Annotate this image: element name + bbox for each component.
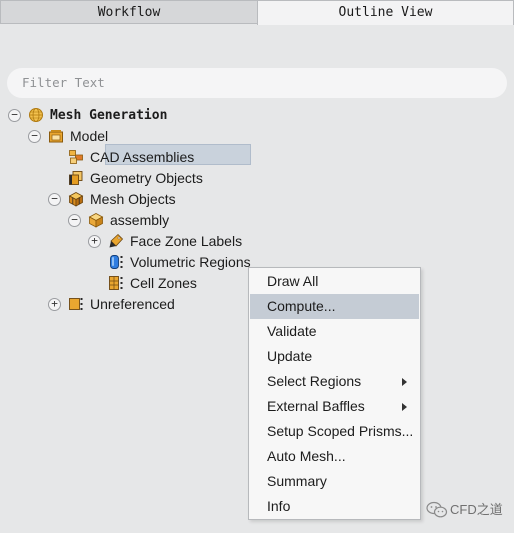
tree-item-unreferenced[interactable]: + Unreferenced (0, 294, 200, 315)
tree-item-geometry-objects[interactable]: Geometry Objects (0, 168, 220, 189)
collapse-icon[interactable]: − (48, 193, 61, 206)
watermark-text: CFD之道 (450, 502, 503, 517)
unreferenced-icon (69, 298, 83, 310)
mesh-objects-icon (68, 192, 84, 207)
menu-item-label: Select Regions (267, 373, 362, 389)
tab-outline-view[interactable]: Outline View (257, 0, 514, 25)
tree-item-assembly[interactable]: − assembly (0, 210, 200, 231)
menu-item-select-regions[interactable]: Select Regions (250, 369, 419, 394)
tab-workflow[interactable]: Workflow (0, 0, 257, 24)
tree-item-label: CAD Assemblies (90, 149, 195, 165)
globe-icon (29, 108, 43, 122)
context-menu: Draw All Compute... Validate Update Sele… (248, 267, 421, 520)
menu-item-validate[interactable]: Validate (250, 319, 419, 344)
model-box-icon (49, 130, 63, 143)
collapse-icon[interactable]: − (28, 130, 41, 143)
menu-item-draw-all[interactable]: Draw All (250, 269, 419, 294)
tree-item-label: Face Zone Labels (130, 233, 243, 249)
menu-item-external-baffles[interactable]: External Baffles (250, 394, 419, 419)
tree-item-label: Mesh Objects (90, 191, 176, 207)
menu-item-update[interactable]: Update (250, 344, 419, 369)
tree-item-cell-zones[interactable]: Cell Zones (0, 273, 220, 294)
tree-item-mesh-generation[interactable]: − Mesh Generation (0, 105, 200, 126)
menu-item-summary[interactable]: Summary (250, 469, 419, 494)
menu-item-label: External Baffles (267, 398, 365, 414)
tree-item-label: assembly (110, 212, 170, 228)
expand-icon[interactable]: + (48, 298, 61, 311)
tree-item-label: Cell Zones (130, 275, 197, 291)
submenu-arrow-icon (402, 403, 407, 411)
tree-item-face-zone-labels[interactable]: + Face Zone Labels (0, 231, 250, 252)
tab-bar: Workflow Outline View (0, 0, 514, 25)
tree-item-label: Geometry Objects (90, 170, 203, 186)
cad-assemblies-icon (69, 150, 83, 164)
tree-item-label: Volumetric Regions (130, 254, 251, 270)
filter-text-input[interactable]: Filter Text (7, 68, 507, 98)
assembly-cube-icon (88, 213, 104, 228)
tree-item-mesh-objects[interactable]: − Mesh Objects (0, 189, 200, 210)
tree-item-label: Unreferenced (90, 296, 175, 312)
menu-item-setup-scoped-prisms[interactable]: Setup Scoped Prisms... (250, 419, 419, 444)
tree-item-label: Model (70, 128, 109, 144)
menu-item-compute[interactable]: Compute... (250, 294, 419, 319)
collapse-icon[interactable]: − (8, 109, 21, 122)
submenu-arrow-icon (402, 378, 407, 386)
menu-item-auto-mesh[interactable]: Auto Mesh... (250, 444, 419, 469)
tree-item-label: Mesh Generation (50, 108, 168, 123)
face-zone-labels-icon (109, 233, 124, 248)
wechat-icon (426, 501, 448, 518)
expand-icon[interactable]: + (88, 235, 101, 248)
tree-item-cad-assemblies[interactable]: CAD Assemblies (0, 147, 220, 168)
collapse-icon[interactable]: − (68, 214, 81, 227)
volumetric-regions-icon (110, 255, 123, 269)
geometry-objects-icon (69, 171, 83, 185)
watermark: CFD之道 (424, 500, 512, 520)
menu-item-info[interactable]: Info (250, 494, 419, 519)
tree-item-volumetric-regions[interactable]: Volumetric Regions (0, 252, 251, 273)
tree-item-model[interactable]: − Model (0, 126, 200, 147)
cell-zones-icon (109, 276, 123, 290)
